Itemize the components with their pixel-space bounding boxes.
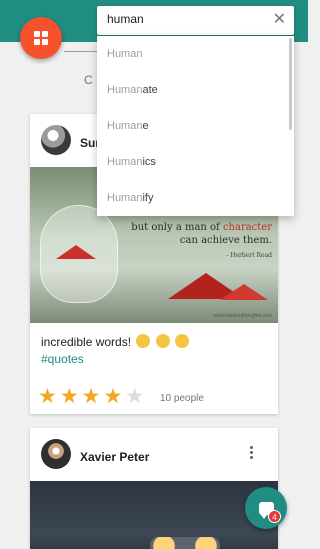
grin-emoji-icon: [155, 334, 170, 348]
star-icon[interactable]: ★: [125, 386, 144, 408]
quote-line2: can achieve them.: [179, 235, 272, 246]
notification-badge: 4: [268, 510, 281, 523]
car-graphic: [150, 537, 220, 549]
suggestion-match: Human: [107, 156, 143, 168]
quote-highlight: character: [222, 222, 272, 233]
user-name[interactable]: Xavier Peter: [80, 450, 149, 464]
suggestion-rest: ate: [142, 84, 158, 96]
quote-text: but only a man of character can achieve …: [122, 221, 272, 262]
grid-menu-icon: [34, 31, 48, 45]
suggestion-rest: e: [142, 120, 149, 132]
suggestion-item[interactable]: Humane: [97, 108, 294, 144]
suggestion-match: Human: [107, 192, 143, 204]
quote-line1: but only a man of: [131, 222, 223, 233]
more-vert-icon[interactable]: [250, 446, 253, 459]
rating-stars[interactable]: ★ ★ ★ ★ ★: [38, 386, 144, 408]
menu-button[interactable]: [20, 17, 62, 59]
rating-count: 10 people: [160, 393, 204, 404]
suggestion-item[interactable]: Humanics: [97, 144, 294, 180]
suggestion-item[interactable]: Humanify: [97, 180, 294, 216]
suggestion-item[interactable]: Human: [97, 36, 294, 72]
suggestion-match: Human: [107, 84, 143, 96]
star-icon[interactable]: ★: [103, 386, 122, 408]
quote-author: - Herbert Read: [226, 252, 272, 259]
avatar[interactable]: [41, 439, 71, 469]
close-icon[interactable]: ✕: [273, 11, 286, 29]
search-input[interactable]: [107, 12, 267, 26]
paper-boat-graphic: [56, 245, 96, 259]
scrollbar[interactable]: [289, 38, 292, 130]
avatar[interactable]: [41, 125, 71, 155]
suggestion-match: Human: [107, 48, 143, 60]
star-icon[interactable]: ★: [82, 386, 101, 408]
search-suggestions: Human Humanate Humane Humanics Humanify: [97, 36, 294, 216]
suggestion-item[interactable]: Humanate: [97, 72, 294, 108]
star-icon[interactable]: ★: [60, 386, 79, 408]
post-caption: incredible words!: [41, 334, 190, 349]
nerd-emoji-icon: [175, 334, 190, 348]
search-bar: ✕: [97, 6, 294, 35]
hashtag-link[interactable]: #quotes: [41, 352, 84, 366]
suggestion-rest: ics: [142, 156, 156, 168]
star-icon[interactable]: ★: [38, 386, 57, 408]
post-card: Xavier Peter: [30, 428, 278, 549]
caption-text: incredible words!: [41, 335, 132, 349]
grin-emoji-icon: [136, 334, 151, 348]
partially-hidden-text: C: [84, 73, 93, 87]
paper-boat-graphic: [220, 284, 268, 300]
chat-button[interactable]: 4: [245, 487, 287, 529]
watermark: www.wisdomthoughts.com: [213, 313, 272, 319]
suggestion-match: Human: [107, 120, 143, 132]
suggestion-rest: ify: [142, 192, 154, 204]
post-image[interactable]: [30, 481, 278, 549]
